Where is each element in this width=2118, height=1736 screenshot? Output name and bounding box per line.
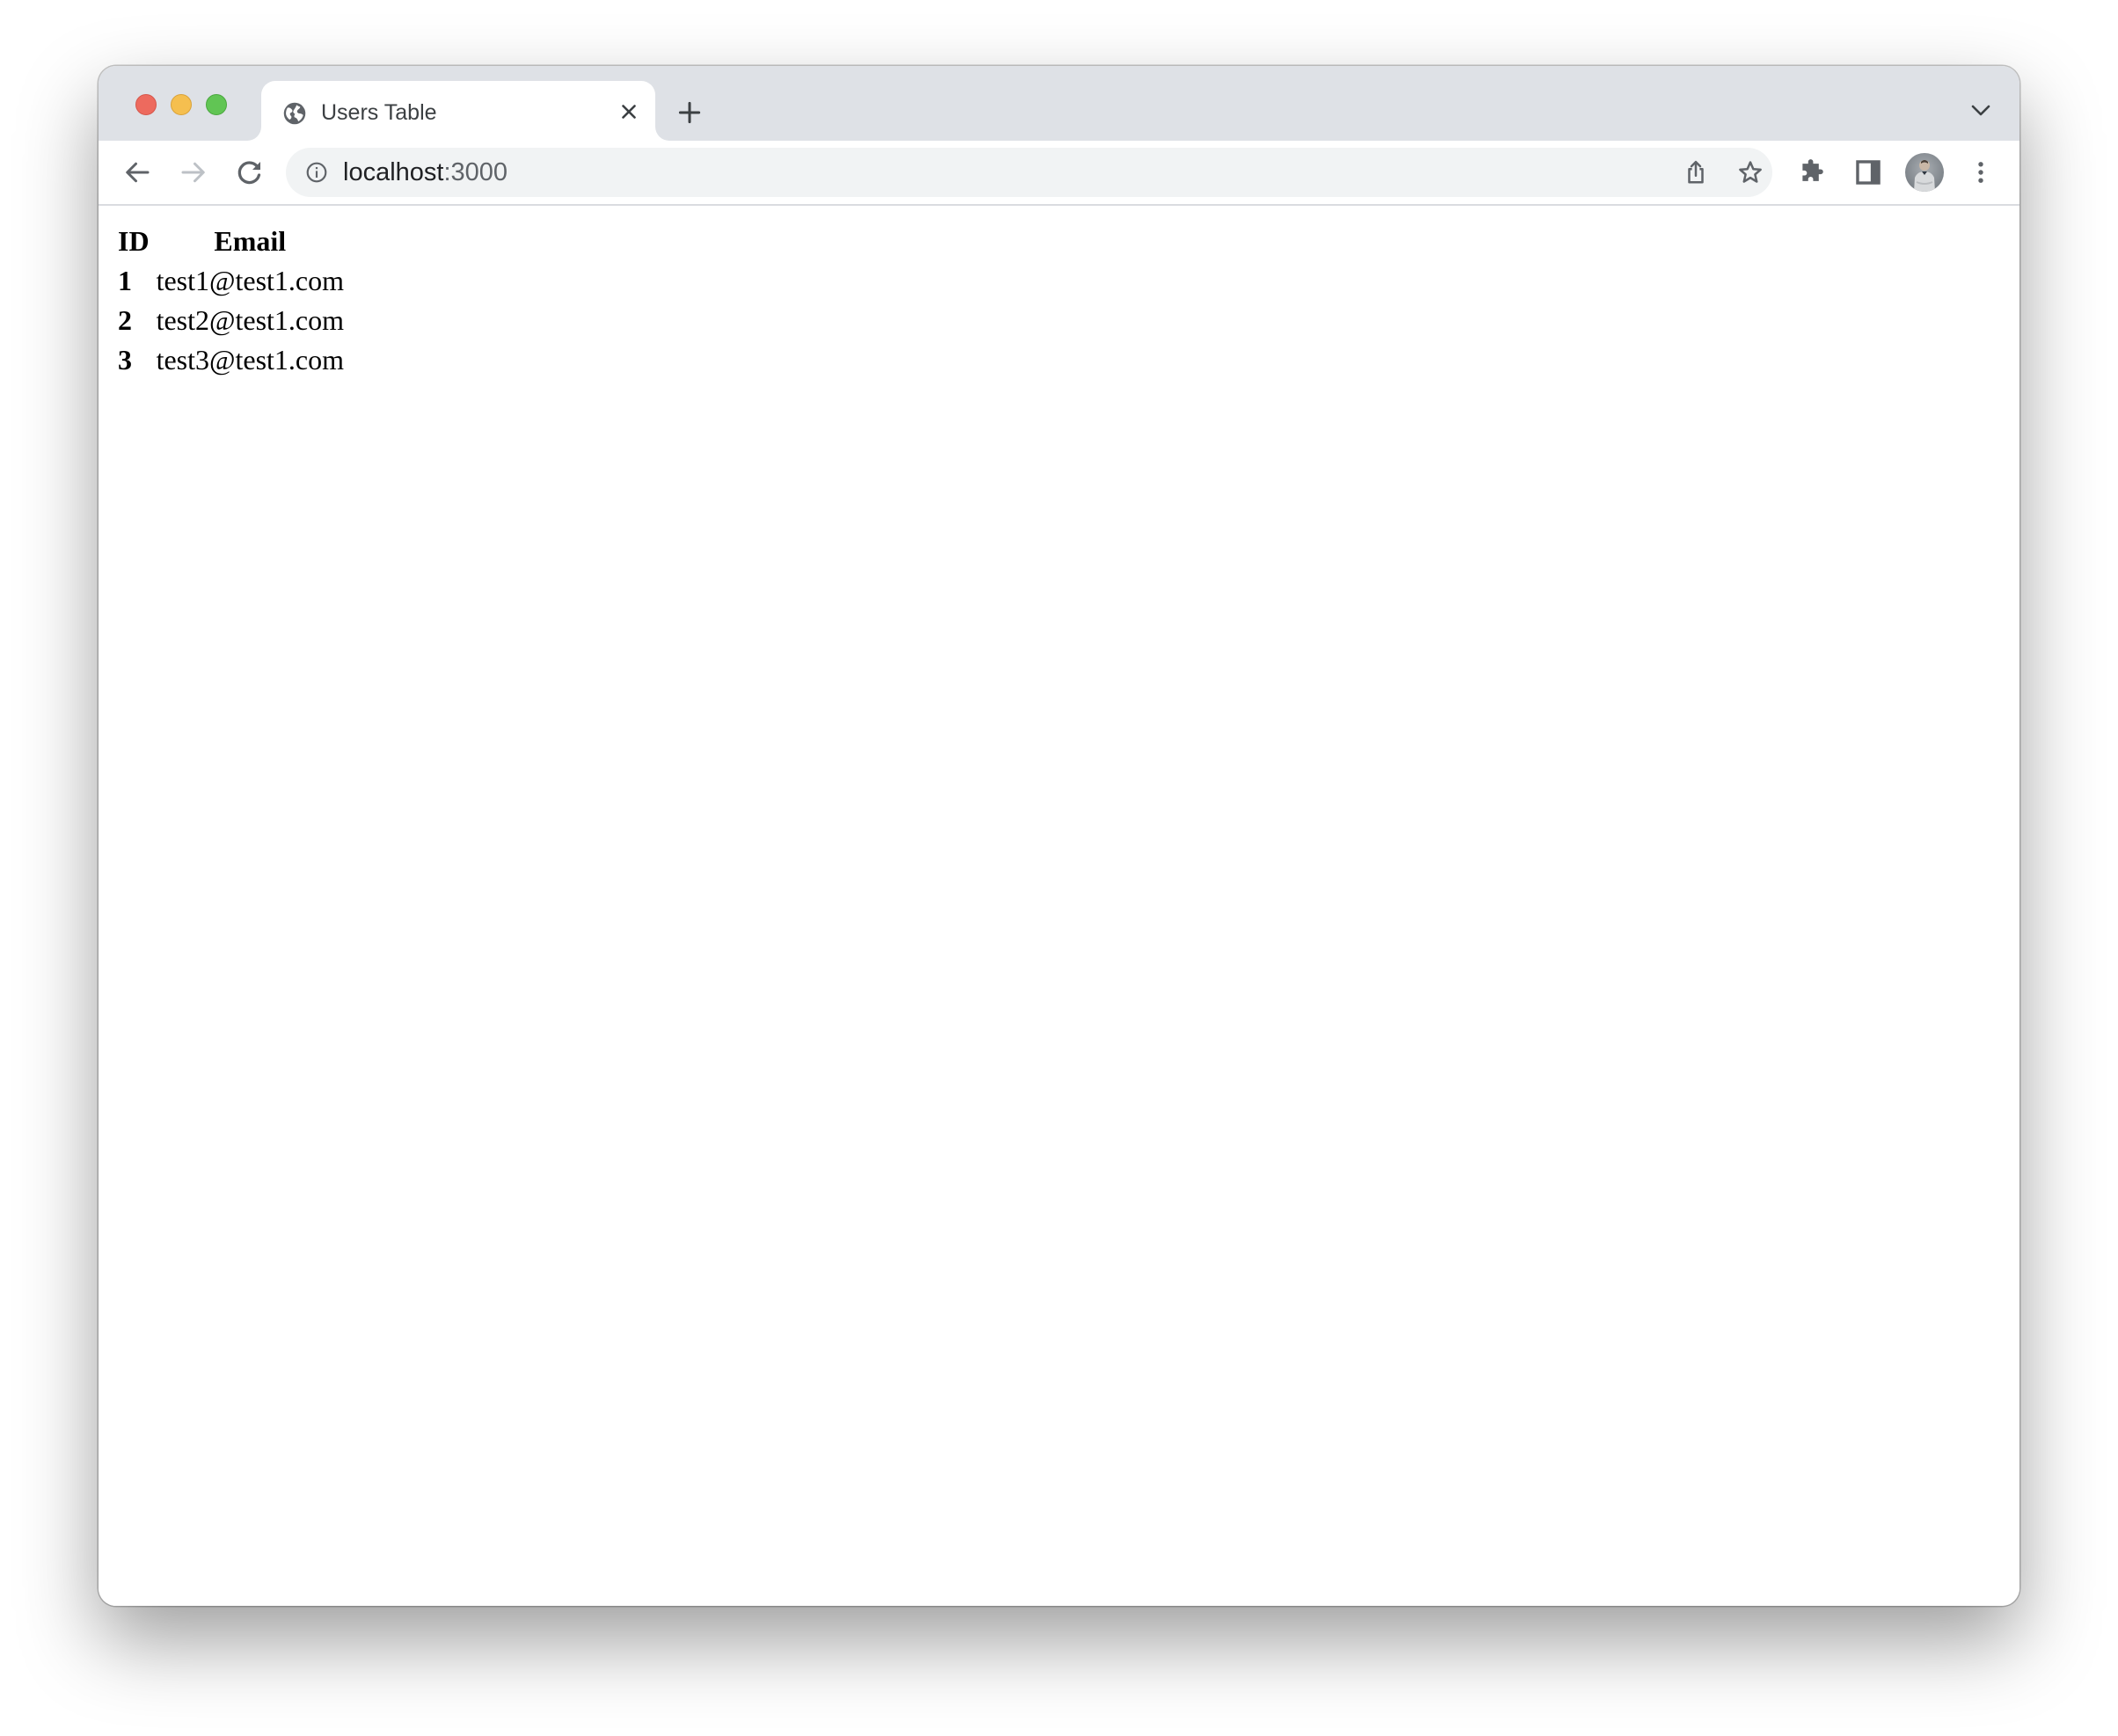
cell-id: 2	[118, 304, 132, 336]
browser-window: Users Table localhost:3000 ID Email 1 te…	[99, 66, 2019, 1606]
globe-icon	[282, 101, 307, 126]
url-port: :3000	[443, 158, 508, 186]
side-panel-icon[interactable]	[1853, 157, 1883, 187]
minimize-window-button[interactable]	[171, 94, 192, 115]
tab-search-chevron-down-icon[interactable]	[1968, 101, 1993, 120]
forward-button[interactable]	[178, 157, 209, 188]
tab-users-table[interactable]: Users Table	[261, 81, 655, 141]
cell-id: 3	[118, 344, 132, 376]
kebab-menu-icon[interactable]	[1966, 157, 1996, 187]
users-table: ID Email 1 test1@test1.com 2 test2@test1…	[113, 220, 349, 382]
cell-email: test2@test1.com	[156, 304, 344, 336]
column-header-email: Email	[214, 225, 287, 257]
table-row: 1 test1@test1.com	[116, 263, 346, 299]
address-bar[interactable]: localhost:3000	[286, 148, 1772, 197]
new-tab-button[interactable]	[676, 99, 703, 126]
url-host: localhost	[343, 158, 444, 186]
reload-button[interactable]	[234, 157, 266, 188]
close-tab-icon[interactable]	[617, 100, 640, 123]
info-icon[interactable]	[305, 161, 328, 184]
page-content: ID Email 1 test1@test1.com 2 test2@test1…	[99, 206, 2019, 1606]
share-icon[interactable]	[1683, 159, 1709, 186]
reload-icon	[237, 161, 261, 185]
puzzle-icon[interactable]	[1797, 157, 1827, 187]
close-window-button[interactable]	[135, 94, 157, 115]
table-row: 2 test2@test1.com	[116, 303, 346, 339]
browser-toolbar: localhost:3000	[99, 141, 2019, 206]
tab-strip: Users Table	[99, 66, 2019, 141]
cell-email: test1@test1.com	[156, 265, 344, 296]
url-text[interactable]: localhost:3000	[343, 157, 508, 187]
column-header-id: ID	[118, 225, 150, 257]
tab-title: Users Table	[321, 100, 437, 125]
table-row: 3 test3@test1.com	[116, 342, 346, 378]
table-header-row: ID Email	[116, 223, 346, 259]
back-button[interactable]	[121, 157, 153, 188]
star-icon[interactable]	[1737, 159, 1764, 186]
arrow-right-icon	[181, 162, 205, 183]
cell-id: 1	[118, 265, 132, 296]
maximize-window-button[interactable]	[206, 94, 227, 115]
cell-email: test3@test1.com	[156, 344, 344, 376]
arrow-left-icon	[126, 162, 150, 183]
avatar[interactable]	[1905, 153, 1944, 192]
